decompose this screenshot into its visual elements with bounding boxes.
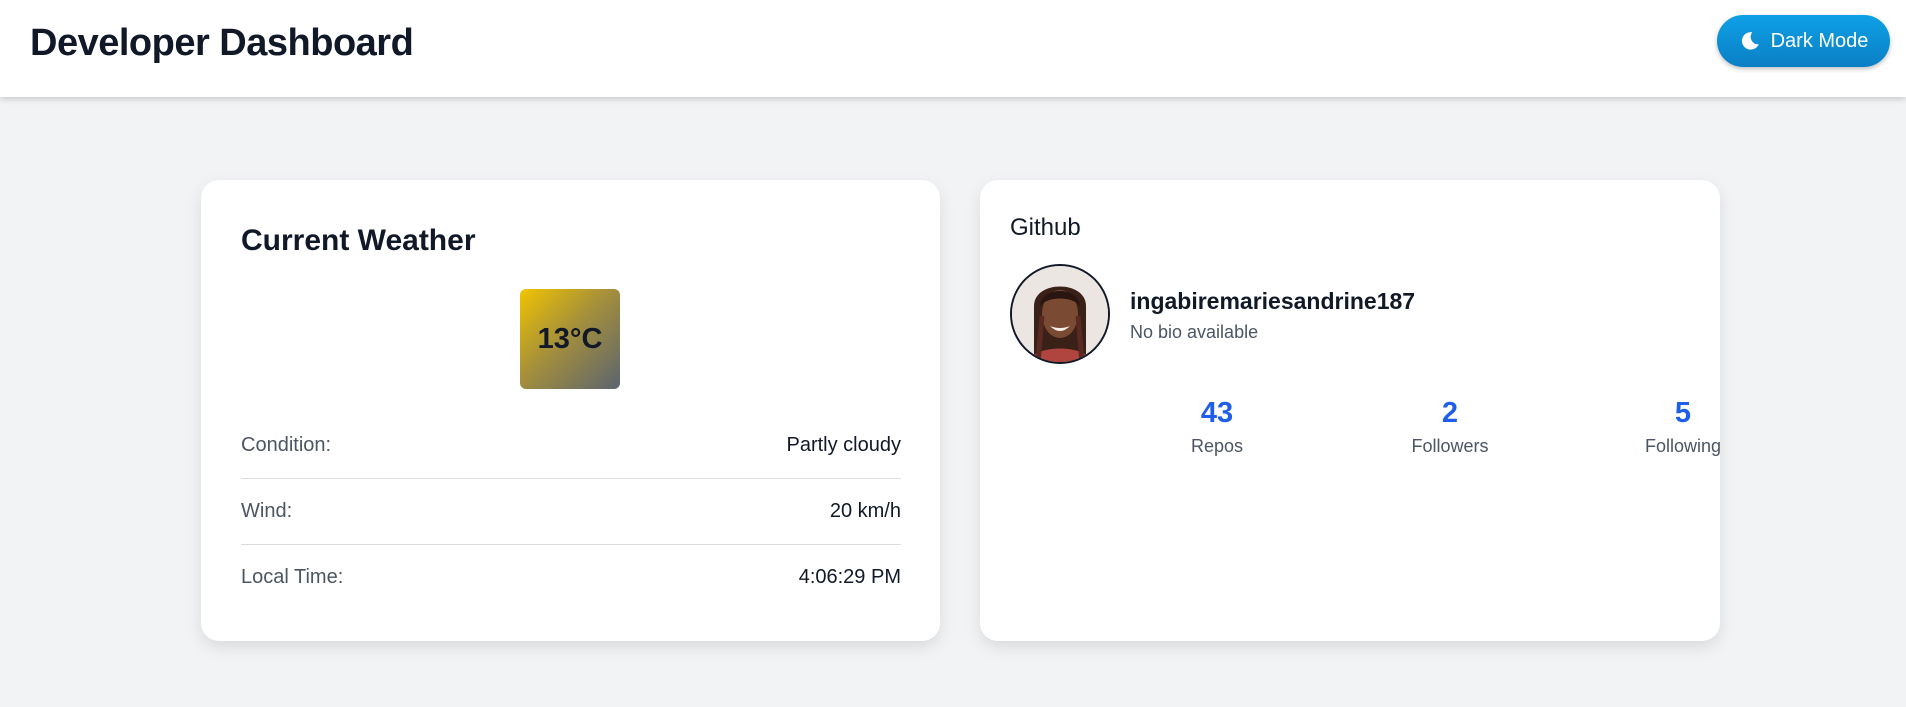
github-title: Github xyxy=(1010,214,1081,241)
avatar xyxy=(1010,264,1110,364)
page-title: Developer Dashboard xyxy=(30,22,414,64)
condition-label: Condition: xyxy=(241,433,332,456)
stat-following: 5 Following xyxy=(1583,396,1783,457)
moon-icon xyxy=(1739,30,1761,52)
wind-value: 20 km/h xyxy=(829,499,901,522)
stat-repos: 43 Repos xyxy=(1117,396,1317,457)
stat-followers-label: Followers xyxy=(1411,436,1489,456)
github-username[interactable]: ingabiremariesandrine187 xyxy=(1130,288,1415,315)
stat-following-value: 5 xyxy=(1674,397,1692,429)
wind-row: Wind: 20 km/h xyxy=(241,478,901,545)
local-time-row: Local Time: 4:06:29 PM xyxy=(241,544,901,610)
dark-mode-label: Dark Mode xyxy=(1770,29,1869,52)
dark-mode-toggle-button[interactable]: Dark Mode xyxy=(1717,15,1890,67)
github-card: Github ingabiremariesandrine187 No bio a… xyxy=(980,180,1721,641)
condition-value: Partly cloudy xyxy=(786,433,902,456)
stat-following-label: Following xyxy=(1644,436,1722,456)
condition-row: Condition: Partly cloudy xyxy=(241,412,901,479)
stat-followers: 2 Followers xyxy=(1350,396,1550,457)
github-bio: No bio available xyxy=(1130,322,1259,342)
local-time-label: Local Time: xyxy=(241,565,344,588)
top-navbar: Developer Dashboard Dark Mode xyxy=(0,0,1906,97)
stat-repos-label: Repos xyxy=(1190,436,1244,456)
weather-title: Current Weather xyxy=(241,224,476,257)
weather-card: Current Weather 13°C Condition: Partly c… xyxy=(201,180,940,641)
local-time-value: 4:06:29 PM xyxy=(798,565,901,588)
temperature-badge: 13°C xyxy=(520,289,620,389)
stat-followers-value: 2 xyxy=(1441,397,1459,429)
stat-repos-value: 43 xyxy=(1200,397,1234,429)
wind-label: Wind: xyxy=(241,499,293,522)
